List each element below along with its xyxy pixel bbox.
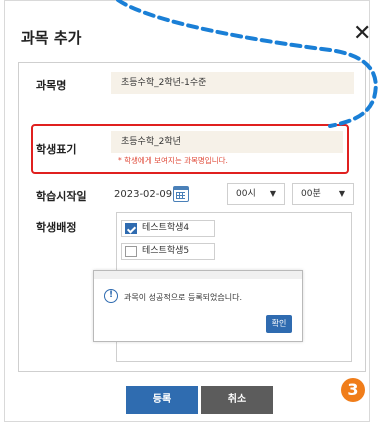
student-item[interactable]: 테스트학생4 (121, 220, 215, 237)
hour-select[interactable]: 00시 ▼ (227, 183, 285, 205)
start-date-value[interactable]: 2023-02-09 (114, 187, 172, 203)
register-button[interactable]: 등록 (126, 386, 198, 414)
cancel-button[interactable]: 취소 (201, 386, 273, 414)
minute-select-value: 00분 (301, 189, 321, 199)
subject-name-label: 과목명 (36, 79, 67, 92)
alert-confirm-button[interactable]: 확인 (266, 315, 292, 333)
chevron-down-icon: ▼ (338, 189, 345, 198)
hour-select-value: 00시 (236, 189, 256, 199)
step-badge: 3 (341, 378, 365, 402)
alert-header (94, 271, 302, 279)
info-icon: ! (104, 289, 118, 303)
dialog-title: 과목 추가 (21, 29, 82, 47)
highlight-box (31, 124, 349, 174)
alert-message: 과목이 성공적으로 등록되었습니다. (124, 293, 243, 302)
start-date-label: 학습시작일 (36, 190, 87, 203)
calendar-icon[interactable] (173, 186, 189, 202)
checkbox-icon[interactable] (125, 246, 137, 257)
student-name: 테스트학생5 (142, 246, 190, 256)
success-alert: ! 과목이 성공적으로 등록되었습니다. 확인 (93, 270, 303, 342)
subject-name-input[interactable]: 초등수학_2학년-1수준 (111, 72, 354, 94)
checkbox-checked-icon[interactable] (125, 223, 137, 234)
chevron-down-icon: ▼ (269, 189, 276, 198)
student-item[interactable]: 테스트학생5 (121, 243, 215, 260)
close-icon[interactable]: ✕ (353, 23, 371, 45)
student-name: 테스트학생4 (142, 223, 190, 233)
minute-select[interactable]: 00분 ▼ (292, 183, 354, 205)
assignment-label: 학생배정 (36, 221, 77, 234)
